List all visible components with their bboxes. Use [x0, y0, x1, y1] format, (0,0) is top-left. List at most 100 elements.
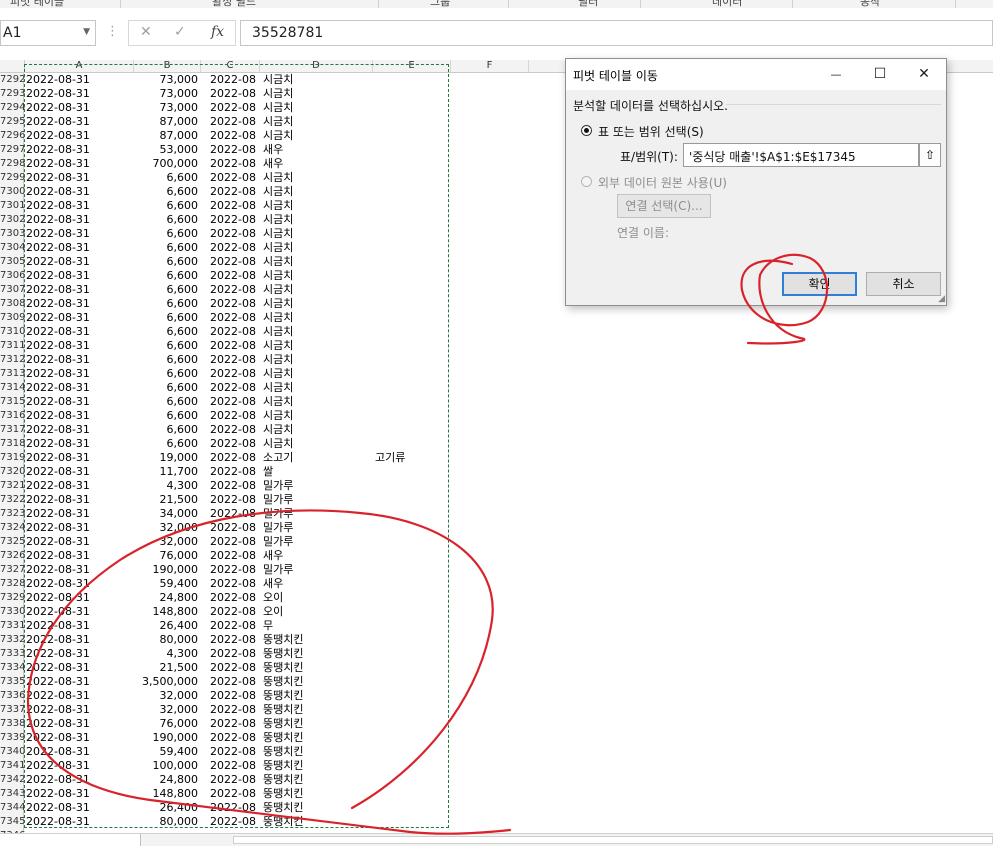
cell-month[interactable]: 2022-08: [210, 479, 256, 493]
cell-item[interactable]: 시금치: [263, 213, 293, 227]
cell-amount[interactable]: 59,400: [118, 577, 199, 591]
cell-amount[interactable]: 26,400: [118, 619, 199, 633]
cell-month[interactable]: 2022-08: [210, 759, 256, 773]
cell-amount[interactable]: 6,600: [118, 227, 199, 241]
option-external-source-label[interactable]: 외부 데이터 원본 사용(U): [598, 174, 727, 191]
cell-date[interactable]: 2022-08-31: [26, 255, 90, 269]
cell-item[interactable]: 시금치: [263, 241, 293, 255]
cell-month[interactable]: 2022-08: [210, 451, 256, 465]
row-number[interactable]: 7297: [0, 143, 25, 157]
cell-item[interactable]: 시금치: [263, 227, 293, 241]
cell-item[interactable]: 밀가루: [263, 493, 293, 507]
row-number[interactable]: 7323: [0, 507, 25, 521]
dialog-titlebar[interactable]: 피벗 테이블 이동 — ☐ ✕: [566, 59, 946, 90]
cell-month[interactable]: 2022-08: [210, 339, 256, 353]
cell-date[interactable]: 2022-08-31: [26, 171, 90, 185]
cell-month[interactable]: 2022-08: [210, 521, 256, 535]
cell-amount[interactable]: 700,000: [118, 157, 199, 171]
row-number[interactable]: 7302: [0, 213, 25, 227]
more-options-icon[interactable]: ⋮: [106, 24, 119, 39]
cell-month[interactable]: 2022-08: [210, 129, 256, 143]
cell-item[interactable]: 뚱땡치킨: [263, 633, 303, 647]
table-row[interactable]: 7344 2022-08-31 26,400 2022-08 뚱땡치킨: [0, 801, 993, 815]
column-header-e[interactable]: E: [373, 60, 451, 72]
row-number[interactable]: 7344: [0, 801, 25, 815]
cell-amount[interactable]: 4,300: [118, 479, 199, 493]
minimize-icon[interactable]: —: [814, 59, 858, 90]
cell-item[interactable]: 밀가루: [263, 535, 293, 549]
cell-date[interactable]: 2022-08-31: [26, 227, 90, 241]
option-table-range-label[interactable]: 표 또는 범위 선택(S): [598, 123, 704, 140]
table-row[interactable]: 7340 2022-08-31 59,400 2022-08 뚱땡치킨: [0, 745, 993, 759]
row-number[interactable]: 7307: [0, 283, 25, 297]
table-row[interactable]: 7312 2022-08-31 6,600 2022-08 시금치: [0, 353, 993, 367]
cell-item[interactable]: 뚱땡치킨: [263, 815, 303, 829]
column-header-b[interactable]: B: [134, 60, 201, 72]
table-row[interactable]: 7332 2022-08-31 80,000 2022-08 뚱땡치킨: [0, 633, 993, 647]
row-number[interactable]: 7338: [0, 717, 25, 731]
cell-amount[interactable]: 80,000: [118, 633, 199, 647]
cell-item[interactable]: 뚱땡치킨: [263, 759, 303, 773]
cell-month[interactable]: 2022-08: [210, 507, 256, 521]
cell-month[interactable]: 2022-08: [210, 367, 256, 381]
row-number[interactable]: 7337: [0, 703, 25, 717]
cell-date[interactable]: 2022-08-31: [26, 549, 90, 563]
table-row[interactable]: 7343 2022-08-31 148,800 2022-08 뚱땡치킨: [0, 787, 993, 801]
cell-month[interactable]: 2022-08: [210, 353, 256, 367]
cell-item[interactable]: 오이: [263, 605, 283, 619]
column-header-d[interactable]: D: [260, 60, 373, 72]
cell-amount[interactable]: 24,800: [118, 591, 199, 605]
cell-month[interactable]: 2022-08: [210, 157, 256, 171]
cell-amount[interactable]: 6,600: [118, 437, 199, 451]
table-row[interactable]: 7310 2022-08-31 6,600 2022-08 시금치: [0, 325, 993, 339]
row-number[interactable]: 7305: [0, 255, 25, 269]
row-number[interactable]: 7326: [0, 549, 25, 563]
row-number[interactable]: 7299: [0, 171, 25, 185]
cell-date[interactable]: 2022-08-31: [26, 157, 90, 171]
row-number[interactable]: 7312: [0, 353, 25, 367]
table-row[interactable]: 7328 2022-08-31 59,400 2022-08 새우: [0, 577, 993, 591]
cell-date[interactable]: 2022-08-31: [26, 535, 90, 549]
cell-item[interactable]: 시금치: [263, 199, 293, 213]
column-header-c[interactable]: C: [201, 60, 260, 72]
table-row[interactable]: 7316 2022-08-31 6,600 2022-08 시금치: [0, 409, 993, 423]
table-row[interactable]: 7314 2022-08-31 6,600 2022-08 시금치: [0, 381, 993, 395]
cell-month[interactable]: 2022-08: [210, 101, 256, 115]
cell-date[interactable]: 2022-08-31: [26, 633, 90, 647]
row-number[interactable]: 7317: [0, 423, 25, 437]
cell-month[interactable]: 2022-08: [210, 283, 256, 297]
row-number[interactable]: 7296: [0, 129, 25, 143]
cell-date[interactable]: 2022-08-31: [26, 703, 90, 717]
cell-item[interactable]: 시금치: [263, 325, 293, 339]
row-number[interactable]: 7322: [0, 493, 25, 507]
row-number[interactable]: 7330: [0, 605, 25, 619]
cell-item[interactable]: 시금치: [263, 311, 293, 325]
select-all-corner[interactable]: [0, 60, 25, 72]
cell-date[interactable]: 2022-08-31: [26, 675, 90, 689]
cell-date[interactable]: 2022-08-31: [26, 73, 90, 87]
cell-date[interactable]: 2022-08-31: [26, 647, 90, 661]
radio-external-source[interactable]: [581, 176, 592, 187]
cell-month[interactable]: 2022-08: [210, 493, 256, 507]
cell-item[interactable]: 새우: [263, 143, 283, 157]
cell-amount[interactable]: 148,800: [118, 605, 199, 619]
row-number[interactable]: 7325: [0, 535, 25, 549]
cell-date[interactable]: 2022-08-31: [26, 605, 90, 619]
cell-date[interactable]: 2022-08-31: [26, 101, 90, 115]
row-number[interactable]: 7295: [0, 115, 25, 129]
cell-amount[interactable]: 6,600: [118, 353, 199, 367]
table-row[interactable]: 7320 2022-08-31 11,700 2022-08 쌀: [0, 465, 993, 479]
row-number[interactable]: 7328: [0, 577, 25, 591]
cell-month[interactable]: 2022-08: [210, 465, 256, 479]
cell-month[interactable]: 2022-08: [210, 255, 256, 269]
cell-date[interactable]: 2022-08-31: [26, 787, 90, 801]
row-number[interactable]: 7342: [0, 773, 25, 787]
close-icon[interactable]: ✕: [902, 59, 946, 90]
cell-month[interactable]: 2022-08: [210, 227, 256, 241]
table-row[interactable]: 7331 2022-08-31 26,400 2022-08 무: [0, 619, 993, 633]
cell-amount[interactable]: 32,000: [118, 689, 199, 703]
row-number[interactable]: 7339: [0, 731, 25, 745]
row-number[interactable]: 7293: [0, 87, 25, 101]
cell-item[interactable]: 밀가루: [263, 521, 293, 535]
table-row[interactable]: 7337 2022-08-31 32,000 2022-08 뚱땡치킨: [0, 703, 993, 717]
